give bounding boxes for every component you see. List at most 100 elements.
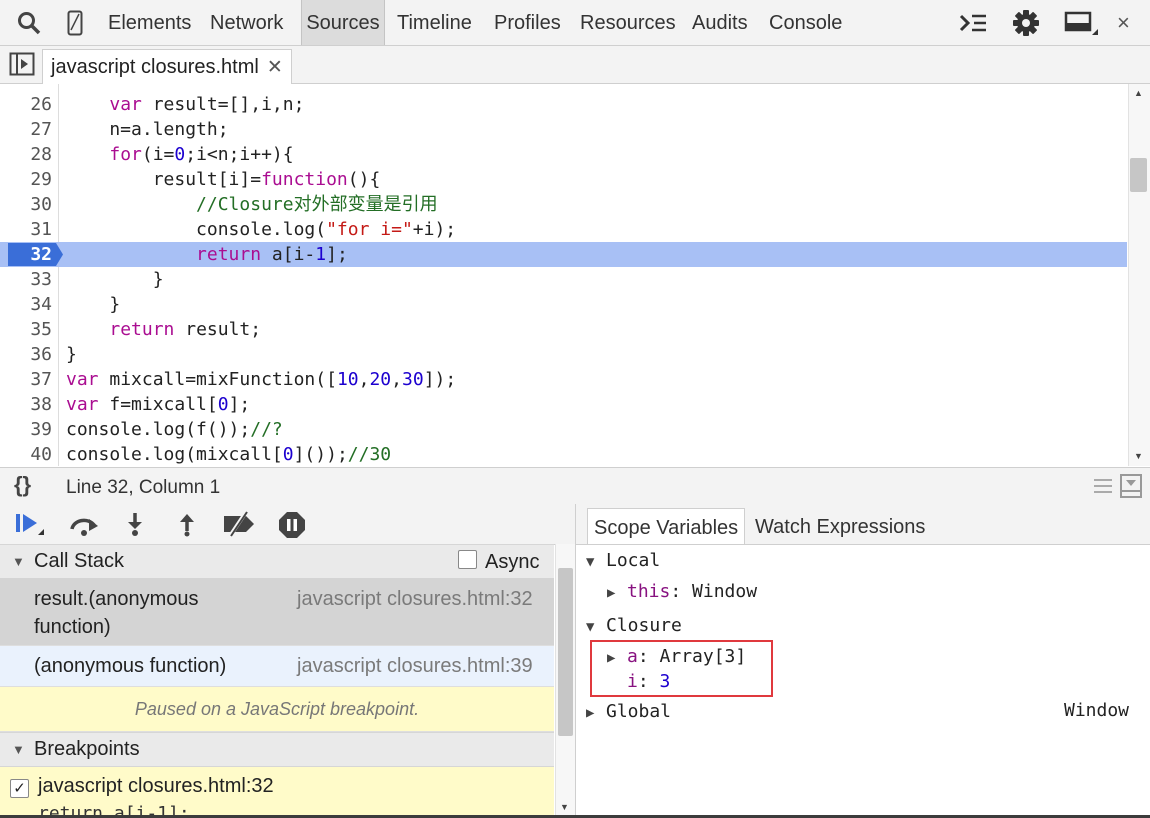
property-name: this xyxy=(627,581,671,602)
code-text: } xyxy=(66,267,164,292)
tab-profiles[interactable]: Profiles xyxy=(490,0,565,45)
code-line[interactable]: 31 console.log("for i="+i); xyxy=(0,217,1127,242)
breakpoints-title: Breakpoints xyxy=(34,738,140,760)
toggle-debugger-icon[interactable] xyxy=(1120,474,1142,503)
code-line[interactable]: 28 for(i=0;i<n;i++){ xyxy=(0,142,1127,167)
property-name: i xyxy=(627,671,638,692)
menu-lines-icon[interactable] xyxy=(1094,478,1112,499)
scroll-up-icon[interactable]: ▲ xyxy=(1134,88,1143,98)
line-number[interactable]: 36 xyxy=(0,342,52,367)
line-number[interactable]: 31 xyxy=(0,217,52,242)
line-number[interactable]: 37 xyxy=(0,367,52,392)
line-number[interactable]: 26 xyxy=(0,92,52,117)
gear-icon[interactable] xyxy=(1010,0,1042,45)
pretty-print-button[interactable]: {} xyxy=(14,472,31,498)
breakpoints-header[interactable]: ▼ Breakpoints xyxy=(0,732,554,767)
code-line[interactable]: 33 } xyxy=(0,267,1127,292)
token-kw: var xyxy=(66,394,99,415)
line-number[interactable]: 35 xyxy=(0,317,52,342)
code-line[interactable]: 30 //Closure对外部变量是引用 xyxy=(0,192,1127,217)
code-text: var f=mixcall[0]; xyxy=(66,392,250,417)
call-frame-selected[interactable]: result.(anonymous function) javascript c… xyxy=(0,578,554,646)
code-line[interactable]: 36} xyxy=(0,342,1127,367)
breakpoint-item[interactable]: ✓ javascript closures.html:32 return a[i… xyxy=(0,767,554,818)
scroll-down-icon[interactable]: ▼ xyxy=(1134,451,1143,461)
line-number[interactable]: 34 xyxy=(0,292,52,317)
dock-side-icon[interactable] xyxy=(1062,0,1100,45)
line-number[interactable]: 32 xyxy=(0,242,52,267)
line-number[interactable]: 28 xyxy=(0,142,52,167)
step-over-icon[interactable] xyxy=(68,511,98,537)
async-checkbox-box[interactable] xyxy=(458,550,477,569)
scope-closure[interactable]: ▼ Closure xyxy=(586,615,682,636)
token: } xyxy=(66,344,77,365)
code-line[interactable]: 37 var mixcall=mixFunction([10,20,30]); xyxy=(0,367,1127,392)
token-kw: var xyxy=(109,94,142,115)
line-number[interactable]: 30 xyxy=(0,192,52,217)
code-line[interactable]: 26 var result=[],i,n; xyxy=(0,92,1127,117)
console-drawer-icon[interactable] xyxy=(957,0,989,45)
line-number[interactable]: 33 xyxy=(0,267,52,292)
code-line[interactable]: 34 } xyxy=(0,292,1127,317)
deactivate-breakpoints-icon[interactable] xyxy=(222,510,254,538)
tab-sources[interactable]: Sources xyxy=(301,0,385,45)
code-editor[interactable]: 26 var result=[],i,n; 27 n=a.length; 28 fo… xyxy=(0,84,1130,466)
code-line[interactable]: 38 var f=mixcall[0]; xyxy=(0,392,1127,417)
tab-console[interactable]: Console xyxy=(765,0,846,45)
device-mode-icon[interactable] xyxy=(64,0,86,45)
token: ]; xyxy=(326,244,348,265)
expand-triangle-icon: ▼ xyxy=(586,554,595,570)
line-number[interactable]: 27 xyxy=(0,117,52,142)
tab-watch-expressions[interactable]: Watch Expressions xyxy=(749,508,931,544)
scroll-down-icon[interactable]: ▼ xyxy=(560,802,569,812)
editor-scrollbar[interactable]: ▲ ▼ xyxy=(1128,84,1150,466)
close-icon[interactable]: × xyxy=(1113,0,1134,45)
scope-var-i[interactable]: i: 3 xyxy=(627,671,670,692)
code-line-current[interactable]: 32 return a[i-1]; xyxy=(0,242,1127,267)
property-value: Array[3] xyxy=(659,646,747,667)
call-frame[interactable]: (anonymous function) javascript closures… xyxy=(0,646,554,687)
code-line[interactable]: 29 result[i]=function(){ xyxy=(0,167,1127,192)
call-frame-location[interactable]: javascript closures.html:32 xyxy=(297,588,533,611)
step-into-icon[interactable] xyxy=(124,511,154,537)
code-line[interactable]: 27 n=a.length; xyxy=(0,117,1127,142)
token: , xyxy=(358,369,370,390)
call-stack-header[interactable]: ▼ Call Stack Async xyxy=(0,544,554,579)
tab-resources[interactable]: Resources xyxy=(576,0,680,45)
tab-network[interactable]: Network xyxy=(206,0,287,45)
scope-this[interactable]: ▶ this: Window xyxy=(607,581,757,602)
sidebar-scroll-thumb[interactable] xyxy=(558,568,573,736)
code-text: n=a.length; xyxy=(66,117,228,142)
tab-elements[interactable]: Elements xyxy=(104,0,195,45)
scope-local[interactable]: ▼ Local xyxy=(586,550,660,571)
line-number[interactable]: 38 xyxy=(0,392,52,417)
line-number[interactable]: 40 xyxy=(0,442,52,466)
close-tab-icon[interactable]: ✕ xyxy=(267,56,283,79)
resume-icon[interactable] xyxy=(14,511,44,537)
tab-audits[interactable]: Audits xyxy=(688,0,752,45)
tab-timeline[interactable]: Timeline xyxy=(393,0,476,45)
scope-var-a[interactable]: ▶ a: Array[3] xyxy=(607,646,746,667)
breakpoint-checkbox[interactable]: ✓ xyxy=(10,779,29,798)
token-num: 0 xyxy=(217,394,229,415)
editor-scroll-thumb[interactable] xyxy=(1130,158,1147,192)
code-text: result[i]=function(){ xyxy=(66,167,381,192)
line-number[interactable]: 39 xyxy=(0,417,52,442)
tab-scope-variables[interactable]: Scope Variables xyxy=(587,508,746,544)
code-text: console.log(f());//? xyxy=(66,417,283,442)
step-out-icon[interactable] xyxy=(176,511,206,537)
code-line[interactable]: 40 console.log(mixcall[0]());//30 xyxy=(0,442,1127,466)
sidebar-scrollbar[interactable]: ▼ xyxy=(555,544,575,818)
file-tab[interactable]: javascript closures.html ✕ xyxy=(42,49,292,84)
search-icon[interactable] xyxy=(14,0,44,45)
navigator-toggle-icon[interactable] xyxy=(9,52,35,76)
line-number[interactable]: 29 xyxy=(0,167,52,192)
code-line[interactable]: 39 console.log(f());//? xyxy=(0,417,1127,442)
code-line[interactable]: 35 return result; xyxy=(0,317,1127,342)
scope-global[interactable]: ▶ Global xyxy=(586,701,671,722)
breakpoint-label: javascript closures.html:32 xyxy=(38,775,274,797)
call-frame-location[interactable]: javascript closures.html:39 xyxy=(297,652,533,680)
pause-on-exceptions-icon[interactable] xyxy=(278,511,308,538)
